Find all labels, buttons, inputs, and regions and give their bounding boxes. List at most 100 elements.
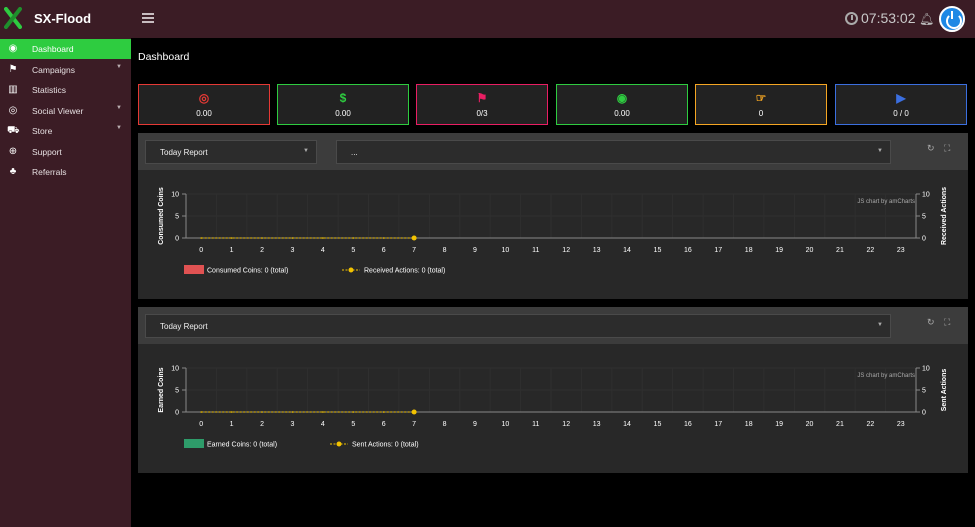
dollar-icon: $ (339, 91, 347, 105)
legend-swatch[interactable] (184, 265, 204, 274)
campaign-select[interactable]: ... ▼ (336, 140, 891, 164)
x-tick-label: 15 (654, 421, 662, 428)
y-tick-label: 0 (175, 236, 179, 243)
power-button[interactable] (939, 6, 965, 32)
x-tick-label: 2 (260, 421, 264, 428)
sidebar-item-store[interactable]: ⛟ Store ▼ (0, 121, 131, 141)
stat-card: $0.00 (277, 84, 409, 125)
y-tick-label: 0 (175, 410, 179, 417)
x-tick-label: 17 (714, 247, 722, 254)
hand-pointer-icon: ☞ (755, 91, 767, 105)
bell-icon[interactable]: 🔔︎ (919, 12, 934, 26)
campaign-select-value: ... (351, 148, 358, 157)
x-tick-label: 20 (806, 421, 814, 428)
panel-header: Today Report ▼ ... ▼ ↻ ⛶ (138, 133, 968, 170)
report-select[interactable]: Today Report ▼ (145, 314, 891, 338)
x-tick-label: 16 (684, 247, 692, 254)
y-tick-label: 10 (171, 192, 179, 199)
y2-tick-label: 5 (922, 388, 926, 395)
line-point (261, 237, 263, 239)
line-point (352, 411, 355, 413)
y2-tick-label: 0 (922, 410, 926, 417)
legend-label[interactable]: Earned Coins: 0 (total) (207, 442, 277, 449)
x-tick-label: 8 (443, 247, 447, 254)
play-circle-icon: ◎ (8, 104, 18, 116)
sidebar-item-social-viewer[interactable]: ◎ Social Viewer ▼ (0, 101, 131, 121)
x-tick-label: 7 (412, 247, 416, 254)
line-point (230, 411, 233, 413)
legend-label[interactable]: Sent Actions: 0 (total) (352, 442, 419, 449)
line-point (382, 237, 385, 239)
chevron-down-icon: ▼ (303, 148, 309, 154)
x-tick-label: 8 (443, 421, 447, 428)
y-tick-label: 5 (175, 214, 179, 221)
logo-icon[interactable] (4, 7, 22, 29)
legend-label[interactable]: Consumed Coins: 0 (total) (207, 268, 288, 275)
x-tick-label: 11 (532, 247, 539, 254)
y2-axis-title: Sent Actions (941, 369, 948, 412)
x-tick-label: 0 (199, 247, 203, 254)
stat-value: 0.00 (196, 109, 212, 118)
clock-icon (845, 12, 858, 25)
y2-tick-label: 5 (922, 214, 926, 221)
bullseye-icon: ◎ (198, 91, 210, 105)
dot-circle-icon: ◉ (616, 91, 628, 105)
line-point (382, 411, 385, 413)
sidebar-item-referrals[interactable]: ♣ Referrals (0, 162, 131, 182)
report-select[interactable]: Today Report ▼ (145, 140, 317, 164)
stat-value: 0.00 (335, 109, 351, 118)
x-tick-label: 18 (745, 421, 753, 428)
x-tick-label: 3 (291, 247, 295, 254)
menu-toggle-icon[interactable] (142, 13, 154, 23)
x-tick-label: 4 (321, 421, 325, 428)
brand-name[interactable]: SX-Flood (34, 11, 91, 26)
bar-chart-icon: ▥ (8, 84, 18, 95)
line-point (352, 237, 355, 239)
sitemap-icon: ♣ (9, 166, 17, 177)
x-tick-label: 22 (866, 247, 874, 254)
legend-swatch[interactable] (184, 439, 204, 448)
x-tick-label: 1 (230, 247, 234, 254)
refresh-icon[interactable]: ↻ (927, 317, 935, 328)
x-tick-label: 16 (684, 421, 692, 428)
sidebar-item-dashboard[interactable]: ◉ Dashboard (0, 39, 131, 59)
chart: 0 05 510 10Earned Coins Sent ActionsJS chart… (158, 366, 948, 449)
x-tick-label: 17 (714, 421, 722, 428)
panel-header: Today Report ▼ ↻ ⛶ (138, 307, 968, 344)
chart-credit[interactable]: JS chart by amCharts (857, 199, 915, 205)
sidebar-item-label: Support (32, 146, 62, 157)
legend-label[interactable]: Received Actions: 0 (total) (364, 268, 445, 275)
sidebar-item-support[interactable]: ⊕ Support (0, 142, 131, 162)
line-point (411, 235, 417, 241)
sidebar-item-statistics[interactable]: ▥ Statistics (0, 80, 131, 100)
fullscreen-icon[interactable]: ⛶ (944, 143, 950, 154)
clock-time: 07:53:02 (861, 10, 916, 26)
chevron-down-icon: ▼ (116, 104, 122, 111)
flag-icon: ⚑ (8, 63, 18, 75)
stat-value: 0.00 (614, 109, 630, 118)
x-tick-label: 11 (532, 421, 539, 428)
chart-credit[interactable]: JS chart by amCharts (857, 373, 915, 379)
line-point (261, 411, 263, 413)
y2-axis-title: Received Actions (941, 187, 948, 245)
x-tick-label: 22 (866, 421, 874, 428)
legend-marker[interactable] (336, 441, 342, 447)
x-tick-label: 21 (836, 421, 844, 428)
x-tick-label: 21 (836, 247, 844, 254)
x-tick-label: 23 (897, 247, 905, 254)
fullscreen-icon[interactable]: ⛶ (944, 317, 950, 328)
sidebar-item-campaigns[interactable]: ⚑ Campaigns ▼ (0, 60, 131, 80)
stat-value: 0 / 0 (893, 109, 909, 118)
sidebar-item-label: Store (32, 126, 53, 136)
sidebar-item-label: Social Viewer (32, 105, 84, 116)
refresh-icon[interactable]: ↻ (927, 143, 935, 154)
stat-card: ◎ 0.00 (138, 84, 270, 125)
stat-card: ▶ 0 / 0 (835, 84, 967, 125)
dashboard-icon: ◉ (8, 43, 18, 54)
x-tick-label: 9 (473, 247, 477, 254)
top-bar: SX-Flood 07:53:02 🔔︎ (0, 0, 975, 38)
line-point (230, 237, 233, 239)
legend-marker[interactable] (348, 267, 354, 273)
x-tick-label: 14 (623, 247, 631, 254)
report-panel-1: Today Report ▼ ... ▼ ↻ ⛶ 0 0 5 5 10 10 Consume… (138, 133, 968, 299)
